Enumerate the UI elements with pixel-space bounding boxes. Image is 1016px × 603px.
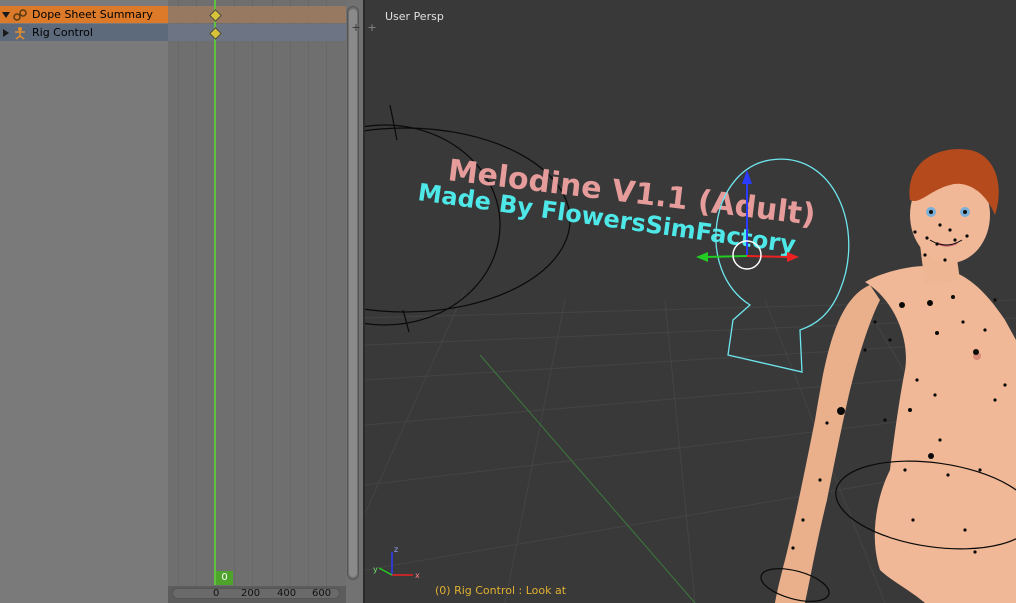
channel-label: Rig Control: [32, 26, 93, 39]
axis-label-z: z: [394, 545, 398, 554]
expand-triangle-icon[interactable]: [0, 24, 12, 41]
region-expand-plus-icon[interactable]: +: [365, 21, 379, 35]
armature-icon: [12, 24, 28, 41]
expand-triangle-icon[interactable]: [0, 6, 12, 23]
grid-line: [252, 0, 253, 603]
keyframe-area[interactable]: [168, 0, 346, 603]
grid-line: [308, 0, 309, 603]
ruler-tick-label: 600: [312, 588, 332, 599]
ruler-tick-label: 200: [241, 588, 261, 599]
channel-rig-control[interactable]: Rig Control: [0, 24, 168, 41]
view-perspective-label: User Persp: [385, 10, 444, 23]
active-object-status: (0) Rig Control : Look at: [435, 584, 567, 597]
region-expand-plus-icon[interactable]: +: [349, 21, 363, 35]
channel-dope-sheet-summary[interactable]: Dope Sheet Summary: [0, 6, 168, 23]
axis-label-y: y: [373, 565, 378, 574]
dope-sheet-editor: Dope Sheet Summary Rig Control 0 0 200 4…: [0, 0, 363, 603]
grid-line: [272, 0, 273, 603]
axis-label-x: x: [415, 571, 420, 580]
grid-line: [290, 0, 291, 603]
grid-line: [178, 0, 179, 603]
axis-gizmo: z x y: [373, 545, 420, 580]
3d-viewport[interactable]: Melodine V1.1 (Adult) Made By FlowersSim…: [365, 0, 1016, 603]
channel-label: Dope Sheet Summary: [32, 8, 153, 21]
grid-line: [326, 0, 327, 603]
current-frame-indicator[interactable]: 0: [216, 571, 233, 585]
playhead[interactable]: [214, 0, 216, 585]
rig-row-band: [168, 24, 346, 41]
grid-line: [234, 0, 235, 603]
ruler-tick-label: 0: [213, 588, 220, 599]
dopesheet-summary-icon: [12, 6, 28, 23]
grid-line: [196, 0, 197, 603]
channel-list: Dope Sheet Summary Rig Control: [0, 0, 168, 603]
vertical-scrollbar[interactable]: [347, 6, 359, 580]
summary-row-band: [168, 6, 346, 23]
scene-canvas[interactable]: Melodine V1.1 (Adult) Made By FlowersSim…: [365, 0, 1016, 603]
scrollbar-thumb[interactable]: [349, 9, 357, 577]
ruler-tick-label: 400: [277, 588, 297, 599]
